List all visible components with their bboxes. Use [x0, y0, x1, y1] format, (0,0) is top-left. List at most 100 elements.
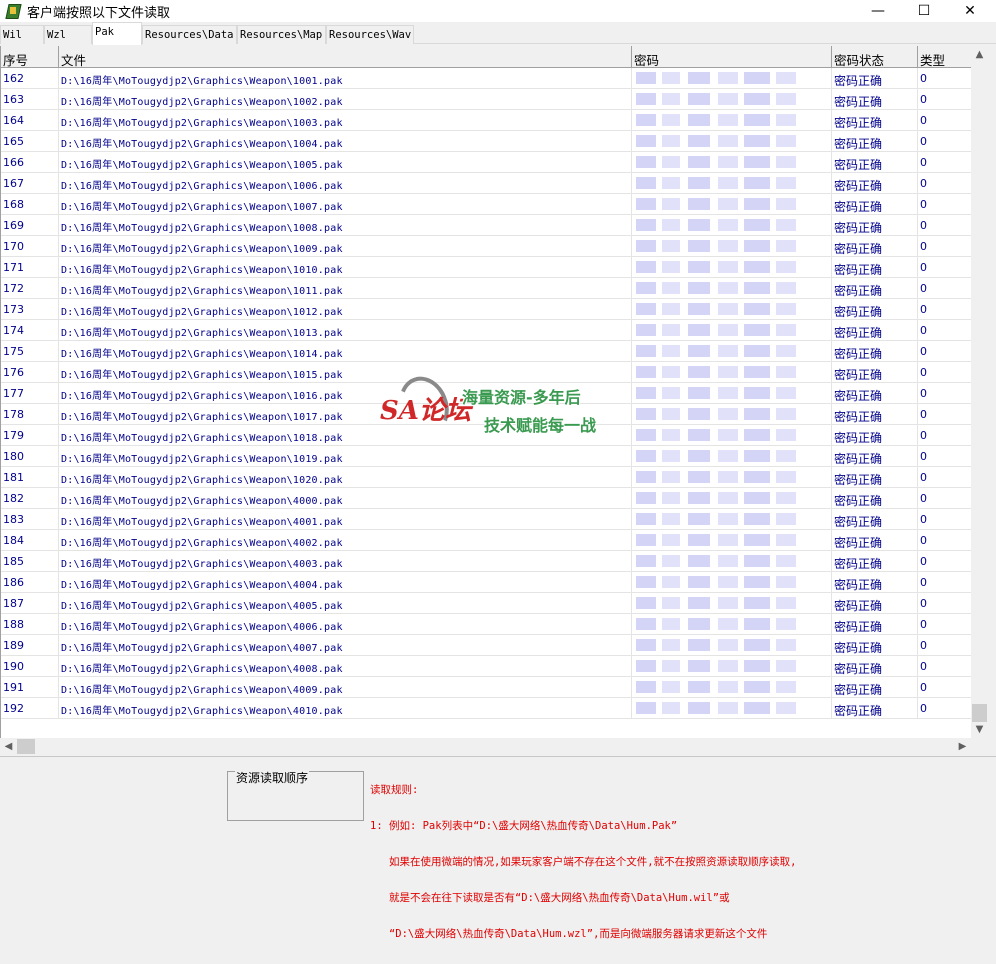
password-cell [632, 131, 832, 152]
password-cell [632, 593, 832, 614]
blurred-password-segment [662, 597, 680, 609]
blurred-password-segment [744, 93, 770, 105]
password-cell [632, 152, 832, 173]
password-cell [632, 341, 832, 362]
blurred-password-segment [636, 555, 656, 567]
blurred-password-segment [662, 282, 680, 294]
seq-cell: 168 [1, 194, 59, 215]
table-row[interactable]: 165 D:\16周年\MoTougydjp2\Graphics\Weapon\1… [1, 131, 971, 152]
scroll-up-arrow-icon[interactable]: ▲ [971, 46, 988, 63]
horizontal-scroll-thumb[interactable] [17, 739, 35, 754]
file-path-cell: D:\16周年\MoTougydjp2\Graphics\Weapon\4004… [59, 572, 632, 593]
vertical-scroll-thumb[interactable] [972, 704, 987, 722]
seq-cell: 164 [1, 110, 59, 131]
table-row[interactable]: 170 D:\16周年\MoTougydjp2\Graphics\Weapon\1… [1, 236, 971, 257]
tab-wzl[interactable]: Wzl [44, 25, 92, 44]
table-row[interactable]: 183 D:\16周年\MoTougydjp2\Graphics\Weapon\4… [1, 509, 971, 530]
blurred-password-segment [662, 324, 680, 336]
tab-resources-data[interactable]: Resources\Data [142, 25, 237, 44]
type-cell: 0 [918, 572, 971, 593]
password-cell [632, 425, 832, 446]
file-path-cell: D:\16周年\MoTougydjp2\Graphics\Weapon\4000… [59, 488, 632, 509]
blurred-password-segment [776, 513, 796, 525]
blurred-password-segment [662, 240, 680, 252]
blurred-password-segment [636, 597, 656, 609]
password-status-cell: 密码正确 [832, 488, 918, 509]
password-status-cell: 密码正确 [832, 509, 918, 530]
table-row[interactable]: 187 D:\16周年\MoTougydjp2\Graphics\Weapon\4… [1, 593, 971, 614]
blurred-password-segment [688, 555, 710, 567]
tab-pak[interactable]: Pak [92, 22, 142, 45]
table-row[interactable]: 181 D:\16周年\MoTougydjp2\Graphics\Weapon\1… [1, 467, 971, 488]
table-row[interactable]: 168 D:\16周年\MoTougydjp2\Graphics\Weapon\1… [1, 194, 971, 215]
column-header-password[interactable]: 密码 [632, 46, 832, 68]
blurred-password-segment [718, 639, 738, 651]
minimize-button[interactable]: — [855, 0, 901, 22]
close-button[interactable]: ✕ [947, 0, 993, 22]
column-header-status[interactable]: 密码状态 [832, 46, 918, 68]
blurred-password-segment [776, 576, 796, 588]
table-row[interactable]: 180 D:\16周年\MoTougydjp2\Graphics\Weapon\1… [1, 446, 971, 467]
table-row[interactable]: 191 D:\16周年\MoTougydjp2\Graphics\Weapon\4… [1, 677, 971, 698]
table-row[interactable]: 172 D:\16周年\MoTougydjp2\Graphics\Weapon\1… [1, 278, 971, 299]
blurred-password-segment [636, 681, 656, 693]
table-row[interactable]: 166 D:\16周年\MoTougydjp2\Graphics\Weapon\1… [1, 152, 971, 173]
blurred-password-segment [744, 471, 770, 483]
blurred-password-segment [776, 366, 796, 378]
vertical-scrollbar[interactable]: ▲ ▼ [971, 46, 988, 738]
table-row[interactable]: 173 D:\16周年\MoTougydjp2\Graphics\Weapon\1… [1, 299, 971, 320]
table-row[interactable]: 189 D:\16周年\MoTougydjp2\Graphics\Weapon\4… [1, 635, 971, 656]
table-row[interactable]: 164 D:\16周年\MoTougydjp2\Graphics\Weapon\1… [1, 110, 971, 131]
table-row[interactable]: 162 D:\16周年\MoTougydjp2\Graphics\Weapon\1… [1, 68, 971, 89]
blurred-password-segment [636, 429, 656, 441]
scroll-down-arrow-icon[interactable]: ▼ [971, 721, 988, 738]
table-row[interactable]: 190 D:\16周年\MoTougydjp2\Graphics\Weapon\4… [1, 656, 971, 677]
table-row[interactable]: 185 D:\16周年\MoTougydjp2\Graphics\Weapon\4… [1, 551, 971, 572]
maximize-button[interactable]: ☐ [901, 0, 947, 22]
file-path-cell: D:\16周年\MoTougydjp2\Graphics\Weapon\1006… [59, 173, 632, 194]
table-row[interactable]: 184 D:\16周年\MoTougydjp2\Graphics\Weapon\4… [1, 530, 971, 551]
password-status-cell: 密码正确 [832, 278, 918, 299]
blurred-password-segment [744, 681, 770, 693]
blurred-password-segment [662, 366, 680, 378]
table-row[interactable]: 174 D:\16周年\MoTougydjp2\Graphics\Weapon\1… [1, 320, 971, 341]
password-cell [632, 257, 832, 278]
table-row[interactable]: 169 D:\16周年\MoTougydjp2\Graphics\Weapon\1… [1, 215, 971, 236]
seq-cell: 186 [1, 572, 59, 593]
blurred-password-segment [776, 219, 796, 231]
blurred-password-segment [662, 303, 680, 315]
table-row[interactable]: 182 D:\16周年\MoTougydjp2\Graphics\Weapon\4… [1, 488, 971, 509]
blurred-password-segment [718, 366, 738, 378]
blurred-password-segment [662, 492, 680, 504]
table-row[interactable]: 167 D:\16周年\MoTougydjp2\Graphics\Weapon\1… [1, 173, 971, 194]
tab-resources-map[interactable]: Resources\Map [237, 25, 326, 44]
password-cell [632, 173, 832, 194]
table-row[interactable]: 188 D:\16周年\MoTougydjp2\Graphics\Weapon\4… [1, 614, 971, 635]
blurred-password-segment [636, 72, 656, 84]
blurred-password-segment [776, 660, 796, 672]
file-path-cell: D:\16周年\MoTougydjp2\Graphics\Weapon\4007… [59, 635, 632, 656]
password-status-cell: 密码正确 [832, 383, 918, 404]
tab-resources-wav[interactable]: Resources\Wav [326, 25, 414, 44]
column-header-seq[interactable]: 序号 [1, 46, 59, 68]
seq-cell: 187 [1, 593, 59, 614]
table-row[interactable]: 186 D:\16周年\MoTougydjp2\Graphics\Weapon\4… [1, 572, 971, 593]
column-header-file[interactable]: 文件 [59, 46, 632, 68]
table-row[interactable]: 171 D:\16周年\MoTougydjp2\Graphics\Weapon\1… [1, 257, 971, 278]
column-header-type[interactable]: 类型 [918, 46, 971, 68]
table-row[interactable]: 192 D:\16周年\MoTougydjp2\Graphics\Weapon\4… [1, 698, 971, 719]
blurred-password-segment [776, 387, 796, 399]
table-row[interactable]: 163 D:\16周年\MoTougydjp2\Graphics\Weapon\1… [1, 89, 971, 110]
blurred-password-segment [636, 240, 656, 252]
file-path-cell: D:\16周年\MoTougydjp2\Graphics\Weapon\1012… [59, 299, 632, 320]
horizontal-scrollbar[interactable]: ◀ ▶ [0, 738, 971, 755]
blurred-password-segment [776, 450, 796, 462]
scroll-left-arrow-icon[interactable]: ◀ [0, 738, 17, 755]
table-row[interactable]: 175 D:\16周年\MoTougydjp2\Graphics\Weapon\1… [1, 341, 971, 362]
password-status-cell: 密码正确 [832, 236, 918, 257]
blurred-password-segment [688, 240, 710, 252]
scroll-right-arrow-icon[interactable]: ▶ [954, 738, 971, 755]
blurred-password-segment [662, 114, 680, 126]
tab-wil[interactable]: Wil [0, 25, 44, 44]
blurred-password-segment [636, 492, 656, 504]
